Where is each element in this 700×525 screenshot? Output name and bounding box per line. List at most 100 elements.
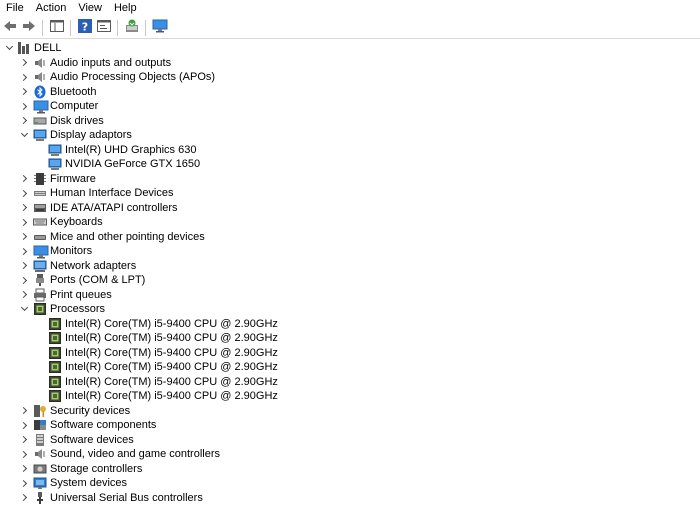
tree-item[interactable]: Intel(R) Core(TM) i5-9400 CPU @ 2.90GHz	[0, 360, 700, 375]
show-hide-console-tree-icon	[49, 18, 65, 37]
expand-chevron-icon[interactable]	[19, 491, 29, 505]
expand-chevron-icon[interactable]	[19, 288, 29, 302]
tree-item[interactable]: Bluetooth	[0, 85, 700, 100]
disk-drive-icon	[33, 114, 47, 128]
tree-item-label: Firmware	[50, 172, 96, 185]
tree-item-label: NVIDIA GeForce GTX 1650	[65, 158, 201, 170]
show-hide-console-tree-button[interactable]	[48, 19, 66, 37]
tree-item[interactable]: Software components	[0, 418, 700, 433]
expand-chevron-icon[interactable]	[19, 186, 29, 200]
tree-item[interactable]: DELL	[0, 41, 700, 56]
menu-view[interactable]: View	[72, 0, 108, 17]
tree-item[interactable]: Software devices	[0, 433, 700, 448]
tree-item[interactable]: Processors	[0, 302, 700, 317]
tree-item[interactable]: Intel(R) Core(TM) i5-9400 CPU @ 2.90GHz	[0, 346, 700, 361]
tree-item-label: Monitors	[50, 245, 93, 257]
tree-item-label: Intel(R) UHD Graphics 630	[65, 143, 197, 156]
back-arrow-button[interactable]	[1, 19, 19, 37]
forward-arrow-button[interactable]	[20, 19, 38, 37]
tree-item[interactable]: Print queues	[0, 288, 700, 303]
tree-item[interactable]: Universal Serial Bus controllers	[0, 491, 700, 506]
display-adapter-icon	[48, 143, 62, 157]
tree-item[interactable]: Intel(R) Core(TM) i5-9400 CPU @ 2.90GHz	[0, 389, 700, 404]
expand-chevron-icon[interactable]	[19, 404, 29, 418]
tree-item[interactable]: System devices	[0, 476, 700, 491]
tree-item[interactable]: Storage controllers	[0, 462, 700, 477]
expand-chevron-icon[interactable]	[19, 462, 29, 476]
expand-chevron-icon[interactable]	[19, 273, 29, 287]
tree-item[interactable]: Audio inputs and outputs	[0, 56, 700, 71]
menu-help[interactable]: Help	[108, 0, 143, 17]
storage-controller-icon	[33, 462, 47, 476]
display-adapter-icon	[33, 128, 47, 142]
collapse-chevron-icon[interactable]	[19, 302, 29, 316]
monitor-icon	[33, 244, 49, 259]
tree-item[interactable]: Monitors	[0, 244, 700, 259]
tree-item-label: Human Interface Devices	[50, 187, 174, 199]
expand-chevron-icon[interactable]	[19, 418, 29, 432]
collapse-chevron-icon[interactable]	[19, 128, 29, 142]
tree-item[interactable]: Audio Processing Objects (APOs)	[0, 70, 700, 85]
expand-chevron-icon[interactable]	[19, 99, 29, 113]
security-key-icon	[33, 404, 47, 418]
expand-chevron-icon[interactable]	[19, 433, 29, 447]
tree-item[interactable]: Keyboards	[0, 215, 700, 230]
tree-item[interactable]: Security devices	[0, 404, 700, 419]
tree-item-label: Mice and other pointing devices	[50, 230, 205, 243]
properties-button[interactable]	[95, 19, 113, 37]
expand-chevron-icon[interactable]	[19, 476, 29, 490]
processor-icon	[48, 375, 62, 389]
scan-hardware-changes-button[interactable]	[123, 19, 141, 37]
expand-chevron-icon[interactable]	[19, 215, 29, 229]
processor-icon	[48, 346, 62, 360]
device-tree: DELL Audio inputs and outputs Audio Proces…	[0, 41, 700, 505]
back-arrow-icon	[2, 18, 18, 37]
menu-action[interactable]: Action	[30, 0, 73, 17]
toolbar-separator	[145, 19, 146, 36]
tree-item-label: Intel(R) Core(TM) i5-9400 CPU @ 2.90GHz	[65, 346, 278, 359]
hid-icon	[33, 186, 47, 200]
expand-chevron-icon[interactable]	[19, 230, 29, 244]
expand-chevron-icon[interactable]	[19, 172, 29, 186]
tree-item-label: Network adapters	[50, 259, 137, 272]
expand-chevron-icon[interactable]	[19, 70, 29, 84]
tree-item[interactable]: Disk drives	[0, 114, 700, 129]
expand-chevron-icon[interactable]	[19, 201, 29, 215]
usb-icon	[33, 491, 47, 505]
tree-item[interactable]: Network adapters	[0, 259, 700, 274]
expand-chevron-icon[interactable]	[19, 85, 29, 99]
tree-item[interactable]: Intel(R) Core(TM) i5-9400 CPU @ 2.90GHz	[0, 331, 700, 346]
tree-item[interactable]: IDE ATA/ATAPI controllers	[0, 201, 700, 216]
expand-chevron-icon[interactable]	[19, 244, 29, 258]
expand-chevron-icon[interactable]	[19, 114, 29, 128]
help-button[interactable]: ?	[76, 19, 94, 37]
tree-item-label: Storage controllers	[50, 462, 143, 475]
expand-chevron-icon[interactable]	[19, 259, 29, 273]
tree-item[interactable]: Display adaptors	[0, 128, 700, 143]
tree-item-label: Keyboards	[50, 216, 103, 228]
expand-chevron-icon[interactable]	[19, 447, 29, 461]
toolbar-separator	[42, 19, 43, 36]
tree-item-label: Audio Processing Objects (APOs)	[50, 71, 216, 83]
svg-text:?: ?	[82, 21, 88, 34]
tree-item-label: Bluetooth	[50, 85, 97, 98]
tree-item[interactable]: Intel(R) Core(TM) i5-9400 CPU @ 2.90GHz	[0, 317, 700, 332]
menu-file[interactable]: File	[0, 0, 30, 17]
processor-icon	[33, 302, 47, 316]
tree-item[interactable]: Intel(R) UHD Graphics 630	[0, 143, 700, 158]
tree-item[interactable]: NVIDIA GeForce GTX 1650	[0, 157, 700, 172]
tree-item[interactable]: Ports (COM & LPT)	[0, 273, 700, 288]
monitor-button[interactable]	[151, 19, 169, 37]
collapse-chevron-icon[interactable]	[4, 41, 14, 55]
tree-item[interactable]: Computer	[0, 99, 700, 114]
tree-item-label: Intel(R) Core(TM) i5-9400 CPU @ 2.90GHz	[65, 317, 278, 330]
expand-chevron-icon[interactable]	[19, 56, 29, 70]
tree-item[interactable]: Intel(R) Core(TM) i5-9400 CPU @ 2.90GHz	[0, 375, 700, 390]
tree-item[interactable]: Firmware	[0, 172, 700, 187]
tree-item-label: Ports (COM & LPT)	[50, 274, 146, 286]
tree-item[interactable]: Sound, video and game controllers	[0, 447, 700, 462]
tree-item-label: System devices	[50, 477, 128, 489]
tree-item[interactable]: Human Interface Devices	[0, 186, 700, 201]
tree-item-label: IDE ATA/ATAPI controllers	[50, 201, 178, 214]
tree-item[interactable]: Mice and other pointing devices	[0, 230, 700, 245]
